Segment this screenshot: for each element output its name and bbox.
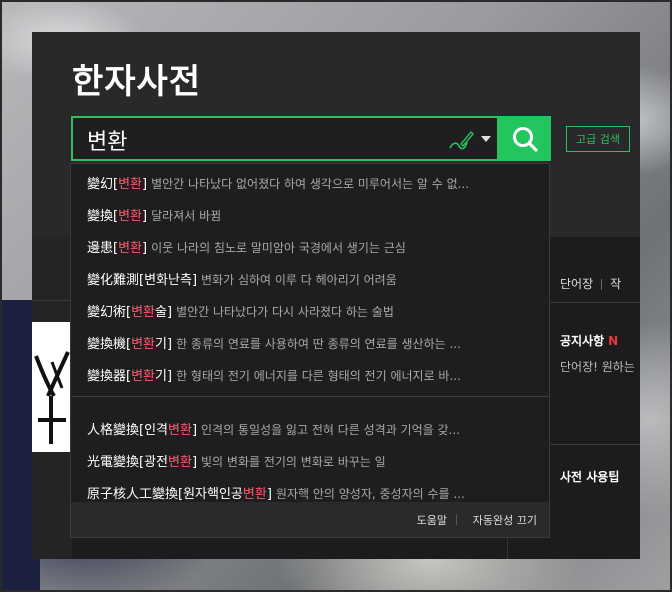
search-icon: [513, 127, 538, 152]
suggestion-hanja: 變化難測: [87, 273, 140, 288]
suggestion-reading: 광전: [144, 455, 169, 470]
suggestion-hanja: 變幻術: [87, 305, 127, 320]
bracket-close: ]: [166, 369, 173, 384]
suggestion-highlight: 변환: [131, 305, 156, 320]
bracket-close: ]: [191, 273, 198, 288]
suggestion-definition: 한 형태의 전기 에너지를 다른 형태의 전기 에너지로 바...: [176, 369, 461, 383]
handwriting-input-icon[interactable]: [447, 128, 475, 152]
search-input[interactable]: [85, 122, 429, 158]
divider: [456, 514, 457, 525]
suggestion-definition: 별안간 나타났다가 다시 사라졌다 하는 술법: [176, 305, 394, 319]
bracket-close: ]: [166, 337, 173, 352]
suggestion-reading: 인격: [144, 423, 169, 438]
suggestion-item[interactable]: 人格變換[인격변환] 인격의 통일성을 잃고 전혀 다른 성격과 기억을 갖...: [87, 420, 537, 440]
bracket-close: ]: [142, 209, 148, 224]
autocomplete-off-link[interactable]: 자동완성 끄기: [473, 512, 537, 528]
suggestion-hanja: 變換機: [87, 337, 127, 352]
suggestion-item[interactable]: 變幻[변환] 별안간 나타났다 없어졌다 하여 생각으로 미루어서는 알 수 없.…: [87, 174, 537, 194]
suggestion-reading-suffix: 기: [155, 337, 167, 352]
bracket-close: ]: [142, 177, 148, 192]
bracket-close: ]: [142, 241, 148, 256]
notice-title-text: 공지사항: [560, 334, 605, 348]
suggestion-highlight: 변환: [131, 337, 156, 352]
suggestion-highlight: 변환: [118, 177, 143, 192]
dropdown-footer: 도움말 자동완성 끄기: [71, 502, 549, 537]
bracket-close: ]: [191, 423, 198, 438]
suggestion-hanja: 原子核人工變換: [87, 487, 179, 502]
divider: [71, 396, 549, 397]
suggestion-definition: 달라져서 바뀜: [151, 209, 222, 223]
divider: [550, 444, 640, 445]
notice-title[interactable]: 공지사항 N: [560, 332, 618, 349]
suggestion-reading-suffix: 기: [155, 369, 167, 384]
suggestion-definition: 빛의 변화를 전기의 변화로 바꾸는 일: [201, 455, 386, 469]
suggestion-highlight: 변환: [131, 369, 156, 384]
page-title: 한자사전: [72, 62, 202, 102]
suggestion-hanja: 變幻: [87, 177, 114, 192]
suggestion-reading: 원자핵인공: [183, 487, 243, 502]
hanja-image: [32, 322, 70, 452]
tab-wordbook[interactable]: 단어장: [560, 277, 593, 291]
chevron-down-icon[interactable]: [481, 136, 491, 142]
notice-text[interactable]: 단어장! 원하는: [560, 358, 635, 375]
bracket-close: ]: [266, 487, 272, 502]
side-tabs: 단어장 작: [560, 275, 621, 292]
tips-title[interactable]: 사전 사용팁: [560, 468, 619, 485]
suggestion-definition: 별안간 나타났다 없어졌다 하여 생각으로 미루어서는 알 수 없...: [151, 177, 470, 191]
suggestion-highlight: 변환: [242, 487, 267, 502]
suggestion-hanja: 邊患: [87, 241, 114, 256]
suggestion-item[interactable]: 變換器[변환기] 한 형태의 전기 에너지를 다른 형태의 전기 에너지로 바..…: [87, 366, 537, 386]
suggestion-definition: 이웃 나라의 침노로 말미암아 국경에서 생기는 근심: [151, 241, 406, 255]
new-badge: N: [608, 334, 619, 348]
search-button[interactable]: [499, 116, 551, 161]
suggestion-item[interactable]: 變換[변환] 달라져서 바뀜: [87, 206, 537, 226]
suggestion-item[interactable]: 變換機[변환기] 한 종류의 연료를 사용하여 딴 종류의 연료를 생산하는 ..…: [87, 334, 537, 354]
suggestion-hanja: 光電變換: [87, 455, 140, 470]
advanced-search-button[interactable]: 고급 검색: [566, 126, 630, 152]
suggestion-hanja: 人格變換: [87, 423, 140, 438]
divider: [550, 302, 640, 303]
suggestion-reading-suffix: 술: [155, 305, 167, 320]
suggestion-item[interactable]: 邊患[변환] 이웃 나라의 침노로 말미암아 국경에서 생기는 근심: [87, 238, 537, 258]
search-box: [71, 116, 499, 161]
suggestion-hanja: 變換: [87, 209, 114, 224]
suggestion-definition: 한 종류의 연료를 사용하여 딴 종류의 연료를 생산하는 ...: [176, 337, 461, 351]
bracket-close: ]: [191, 455, 198, 470]
suggestion-item[interactable]: 光電變換[광전변환] 빛의 변화를 전기의 변화로 바꾸는 일: [87, 452, 537, 472]
suggestion-definition: 인격의 통일성을 잃고 전혀 다른 성격과 기억을 갖...: [201, 423, 460, 437]
divider: [32, 300, 72, 301]
suggestion-definition: 변화가 심하여 이루 다 헤아리기 어려움: [201, 273, 397, 287]
autocomplete-dropdown: 變幻[변환] 별안간 나타났다 없어졌다 하여 생각으로 미루어서는 알 수 없.…: [70, 163, 550, 538]
suggestion-item[interactable]: 變化難測[변화난측] 변화가 심하여 이루 다 헤아리기 어려움: [87, 270, 537, 290]
suggestion-highlight: 변환: [168, 455, 192, 470]
suggestion-highlight: 변환: [168, 423, 192, 438]
tab-second[interactable]: 작: [610, 277, 621, 291]
help-link[interactable]: 도움말: [417, 512, 447, 528]
suggestion-item[interactable]: 原子核人工變換[원자핵인공변환] 원자핵 안의 양성자, 중성자의 수를 ...: [87, 484, 537, 504]
suggestion-highlight: 변환: [118, 241, 143, 256]
suggestion-reading: 변화난측: [144, 273, 192, 288]
suggestion-highlight: 변환: [118, 209, 143, 224]
suggestion-definition: 원자핵 안의 양성자, 중성자의 수를 ...: [275, 487, 465, 501]
suggestion-item[interactable]: 變幻術[변환술] 별안간 나타났다가 다시 사라졌다 하는 술법: [87, 302, 537, 322]
bracket-close: ]: [166, 305, 173, 320]
suggestion-hanja: 變換器: [87, 369, 127, 384]
